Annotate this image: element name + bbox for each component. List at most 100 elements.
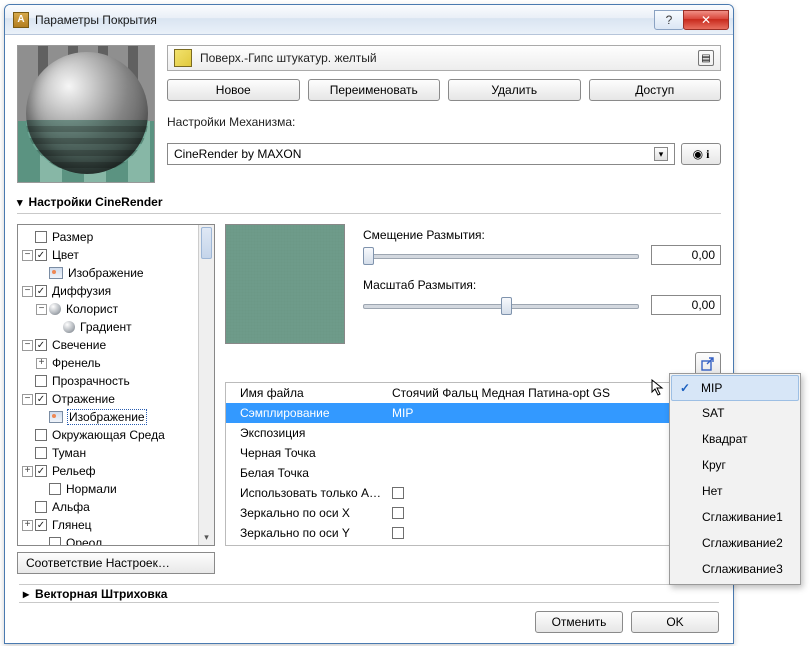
tree-label: Френель: [52, 356, 101, 370]
chevron-down-icon: ▾: [654, 147, 668, 161]
blur-scale-value[interactable]: 0,00: [651, 295, 721, 315]
preview-button[interactable]: ◉ i: [681, 143, 721, 165]
tree-label: Цвет: [52, 248, 79, 262]
tree-spacer: [22, 376, 33, 387]
menu-item[interactable]: Сглаживание3: [672, 556, 798, 582]
tree-item[interactable]: Ореол: [22, 534, 200, 546]
access-button[interactable]: Доступ: [589, 79, 722, 101]
tree-scrollbar[interactable]: ▴ ▾: [198, 225, 214, 545]
menu-item[interactable]: Сглаживание2: [672, 530, 798, 556]
property-row[interactable]: Экспозиция0: [226, 423, 720, 443]
tree-item[interactable]: −Колорист: [22, 300, 200, 318]
expand-icon[interactable]: +: [36, 358, 47, 369]
help-button[interactable]: ?: [654, 10, 684, 30]
tree-spacer: [22, 430, 33, 441]
collapse-icon[interactable]: −: [22, 286, 33, 297]
collapse-icon[interactable]: −: [36, 304, 47, 315]
tree-label: Окружающая Среда: [52, 428, 165, 442]
tree-checkbox[interactable]: [35, 393, 47, 405]
property-row[interactable]: Имя файлаСтоячий Фальц Медная Патина-opt…: [226, 383, 720, 403]
property-row[interactable]: Белая Точка1: [226, 463, 720, 483]
tree-spacer: [36, 484, 47, 495]
blur-scale-slider[interactable]: [363, 294, 639, 316]
tree-checkbox[interactable]: [35, 429, 47, 441]
tree-item[interactable]: −Свечение: [22, 336, 200, 354]
cancel-button[interactable]: Отменить: [535, 611, 623, 633]
blur-offset-slider[interactable]: [363, 244, 639, 266]
menu-item[interactable]: Сглаживание1: [672, 504, 798, 530]
tree-checkbox[interactable]: [35, 249, 47, 261]
scroll-down-icon[interactable]: ▾: [199, 529, 214, 545]
engine-select[interactable]: CineRender by MAXON ▾: [167, 143, 675, 165]
tree-label: Ореол: [66, 536, 102, 546]
menu-item[interactable]: Нет: [672, 478, 798, 504]
menu-item[interactable]: Круг: [672, 452, 798, 478]
tree-item[interactable]: −Диффузия: [22, 282, 200, 300]
collapse-icon[interactable]: −: [22, 394, 33, 405]
tree-checkbox[interactable]: [35, 447, 47, 459]
new-button[interactable]: Новое: [167, 79, 300, 101]
property-row[interactable]: Черная Точка0: [226, 443, 720, 463]
collapse-icon[interactable]: −: [22, 250, 33, 261]
tree-item[interactable]: +Глянец: [22, 516, 200, 534]
close-button[interactable]: ✕: [683, 10, 729, 30]
expand-icon[interactable]: +: [22, 466, 33, 477]
tree-spacer: [36, 412, 47, 423]
tree-item[interactable]: Размер: [22, 228, 200, 246]
match-settings-button[interactable]: Соответствие Настроек…: [17, 552, 215, 574]
blur-offset-value[interactable]: 0,00: [651, 245, 721, 265]
rename-button[interactable]: Переименовать: [308, 79, 441, 101]
tree-checkbox[interactable]: [35, 375, 47, 387]
section-vector-hatch[interactable]: ▸ Векторная Штриховка: [23, 587, 715, 601]
tree-item[interactable]: − Цвет: [22, 246, 200, 264]
tree-item[interactable]: Нормали: [22, 480, 200, 498]
section-cinerender[interactable]: ▾ Настройки CineRender: [17, 195, 721, 209]
blur-scale-label: Масштаб Размытия:: [363, 278, 721, 292]
scroll-thumb[interactable]: [201, 227, 212, 259]
property-name: Использовать только А…: [226, 486, 386, 500]
image-icon: [49, 267, 63, 279]
chevron-down-icon: ▾: [17, 196, 23, 209]
property-checkbox[interactable]: [392, 507, 404, 519]
tree-checkbox[interactable]: [35, 339, 47, 351]
expand-icon[interactable]: +: [22, 520, 33, 531]
tree-item[interactable]: −Отражение: [22, 390, 200, 408]
tree-checkbox[interactable]: [49, 483, 61, 495]
tree-checkbox[interactable]: [35, 501, 47, 513]
tree-item[interactable]: Окружающая Среда: [22, 426, 200, 444]
sampling-dropdown[interactable]: ✓MIPSATКвадратКругНетСглаживание1Сглажив…: [669, 373, 801, 585]
tree-label: Рельеф: [52, 464, 96, 478]
property-row[interactable]: Зеркально по оси Y: [226, 523, 720, 543]
tree-label: Прозрачность: [52, 374, 130, 388]
tree-item[interactable]: Изображение: [22, 408, 200, 426]
tree-item[interactable]: + Рельеф: [22, 462, 200, 480]
menu-item[interactable]: SAT: [672, 400, 798, 426]
tree-item[interactable]: Градиент: [22, 318, 200, 336]
tree-item[interactable]: + Френель: [22, 354, 200, 372]
surface-browse-icon[interactable]: ▤: [698, 50, 714, 66]
engine-label: Настройки Механизма:: [167, 115, 721, 129]
tree-checkbox[interactable]: [35, 231, 47, 243]
menu-item[interactable]: Квадрат: [672, 426, 798, 452]
tree-panel: Размер−ЦветИзображение−Диффузия−Колорист…: [17, 224, 215, 546]
ok-button[interactable]: OK: [631, 611, 719, 633]
tree-checkbox[interactable]: [49, 537, 61, 546]
texture-preview: [225, 224, 345, 344]
collapse-icon[interactable]: −: [22, 340, 33, 351]
surface-selector[interactable]: Поверх.-Гипс штукатур. желтый ▤: [167, 45, 721, 71]
delete-button[interactable]: Удалить: [448, 79, 581, 101]
tree-checkbox[interactable]: [35, 285, 47, 297]
menu-item[interactable]: ✓MIP: [671, 375, 799, 401]
tree-item[interactable]: Прозрачность: [22, 372, 200, 390]
property-checkbox[interactable]: [392, 487, 404, 499]
property-checkbox[interactable]: [392, 527, 404, 539]
tree-checkbox[interactable]: [35, 519, 47, 531]
shader-icon: [49, 303, 61, 315]
tree-checkbox[interactable]: [35, 465, 47, 477]
property-row[interactable]: СэмплированиеMIP▾: [226, 403, 720, 423]
tree-item[interactable]: Изображение: [22, 264, 200, 282]
property-row[interactable]: Зеркально по оси X: [226, 503, 720, 523]
tree-item[interactable]: Альфа: [22, 498, 200, 516]
property-row[interactable]: Использовать только А…: [226, 483, 720, 503]
tree-item[interactable]: Туман: [22, 444, 200, 462]
